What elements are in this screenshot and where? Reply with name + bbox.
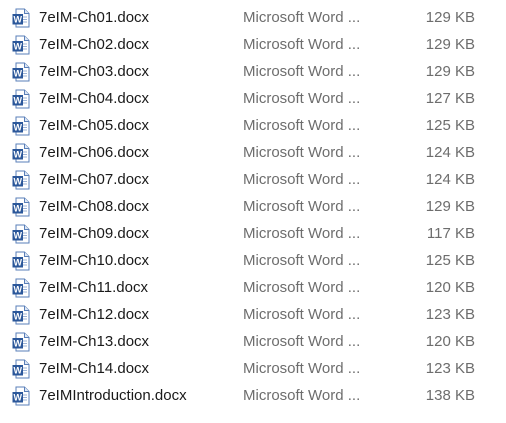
file-row[interactable]: W 7eIM-Ch14.docx Microsoft Word ... 123 … — [0, 355, 506, 382]
file-name: 7eIM-Ch10.docx — [39, 252, 150, 269]
file-name: 7eIM-Ch01.docx — [39, 9, 150, 26]
word-document-icon: W — [12, 116, 30, 136]
file-row[interactable]: W 7eIMIntroduction.docx Microsoft Word .… — [0, 382, 506, 409]
word-document-icon: W — [12, 89, 30, 109]
file-name: 7eIM-Ch06.docx — [39, 144, 150, 161]
svg-text:W: W — [14, 393, 23, 403]
file-row[interactable]: W 7eIM-Ch04.docx Microsoft Word ... 127 … — [0, 85, 506, 112]
file-type: Microsoft Word ... — [243, 198, 361, 215]
svg-text:W: W — [14, 204, 23, 214]
file-name: 7eIM-Ch12.docx — [39, 306, 150, 323]
file-row[interactable]: W 7eIM-Ch10.docx Microsoft Word ... 125 … — [0, 247, 506, 274]
file-name: 7eIM-Ch03.docx — [39, 63, 150, 80]
file-type: Microsoft Word ... — [243, 63, 361, 80]
file-name: 7eIM-Ch13.docx — [39, 333, 150, 350]
file-size: 125 KB — [425, 117, 475, 134]
file-type: Microsoft Word ... — [243, 36, 361, 53]
word-document-icon: W — [12, 143, 30, 163]
word-document-icon: W — [12, 224, 30, 244]
file-size: 125 KB — [425, 252, 475, 269]
file-name: 7eIM-Ch11.docx — [39, 279, 148, 296]
word-document-icon: W — [12, 305, 30, 325]
file-type: Microsoft Word ... — [243, 252, 361, 269]
file-row[interactable]: W 7eIM-Ch11.docx Microsoft Word ... 120 … — [0, 274, 506, 301]
file-name: 7eIMIntroduction.docx — [39, 387, 187, 404]
file-type: Microsoft Word ... — [243, 279, 361, 296]
svg-text:W: W — [14, 42, 23, 52]
file-row[interactable]: W 7eIM-Ch09.docx Microsoft Word ... 117 … — [0, 220, 506, 247]
file-size: 120 KB — [425, 279, 475, 296]
word-document-icon: W — [12, 251, 30, 271]
file-size: 127 KB — [425, 90, 475, 107]
file-type: Microsoft Word ... — [243, 171, 361, 188]
word-document-icon: W — [12, 197, 30, 217]
file-name: 7eIM-Ch09.docx — [39, 225, 150, 242]
file-type: Microsoft Word ... — [243, 9, 361, 26]
file-row[interactable]: W 7eIM-Ch02.docx Microsoft Word ... 129 … — [0, 31, 506, 58]
file-name: 7eIM-Ch14.docx — [39, 360, 150, 377]
file-list: W 7eIM-Ch01.docx Microsoft Word ... 129 … — [0, 4, 506, 409]
file-size: 120 KB — [425, 333, 475, 350]
word-document-icon: W — [12, 170, 30, 190]
svg-text:W: W — [14, 150, 23, 160]
svg-text:W: W — [14, 231, 23, 241]
file-name: 7eIM-Ch02.docx — [39, 36, 150, 53]
word-document-icon: W — [12, 332, 30, 352]
file-row[interactable]: W 7eIM-Ch08.docx Microsoft Word ... 129 … — [0, 193, 506, 220]
file-row[interactable]: W 7eIM-Ch05.docx Microsoft Word ... 125 … — [0, 112, 506, 139]
svg-text:W: W — [14, 69, 23, 79]
file-type: Microsoft Word ... — [243, 144, 361, 161]
svg-text:W: W — [14, 258, 23, 268]
file-name: 7eIM-Ch08.docx — [39, 198, 150, 215]
file-size: 129 KB — [425, 198, 475, 215]
file-size: 117 KB — [426, 225, 475, 242]
file-row[interactable]: W 7eIM-Ch01.docx Microsoft Word ... 129 … — [0, 4, 506, 31]
file-size: 129 KB — [425, 63, 475, 80]
file-size: 124 KB — [425, 144, 475, 161]
word-document-icon: W — [12, 278, 30, 298]
word-document-icon: W — [12, 359, 30, 379]
file-row[interactable]: W 7eIM-Ch13.docx Microsoft Word ... 120 … — [0, 328, 506, 355]
file-row[interactable]: W 7eIM-Ch12.docx Microsoft Word ... 123 … — [0, 301, 506, 328]
file-name: 7eIM-Ch05.docx — [39, 117, 150, 134]
svg-text:W: W — [14, 285, 23, 295]
svg-text:W: W — [14, 123, 23, 133]
file-type: Microsoft Word ... — [243, 90, 361, 107]
word-document-icon: W — [12, 35, 30, 55]
word-document-icon: W — [12, 386, 30, 406]
file-size: 123 KB — [425, 360, 475, 377]
file-size: 129 KB — [425, 36, 475, 53]
svg-text:W: W — [14, 339, 23, 349]
word-document-icon: W — [12, 8, 30, 28]
file-row[interactable]: W 7eIM-Ch07.docx Microsoft Word ... 124 … — [0, 166, 506, 193]
file-size: 138 KB — [425, 387, 475, 404]
file-size: 129 KB — [425, 9, 475, 26]
file-size: 124 KB — [425, 171, 475, 188]
svg-text:W: W — [14, 96, 23, 106]
file-type: Microsoft Word ... — [243, 360, 361, 377]
word-document-icon: W — [12, 62, 30, 82]
svg-text:W: W — [14, 177, 23, 187]
file-type: Microsoft Word ... — [243, 225, 361, 242]
file-type: Microsoft Word ... — [243, 387, 361, 404]
file-type: Microsoft Word ... — [243, 117, 361, 134]
file-name: 7eIM-Ch04.docx — [39, 90, 150, 107]
file-type: Microsoft Word ... — [243, 333, 361, 350]
svg-text:W: W — [14, 15, 23, 25]
file-type: Microsoft Word ... — [243, 306, 361, 323]
file-row[interactable]: W 7eIM-Ch06.docx Microsoft Word ... 124 … — [0, 139, 506, 166]
file-name: 7eIM-Ch07.docx — [39, 171, 150, 188]
svg-text:W: W — [14, 366, 23, 376]
svg-text:W: W — [14, 312, 23, 322]
file-row[interactable]: W 7eIM-Ch03.docx Microsoft Word ... 129 … — [0, 58, 506, 85]
file-size: 123 KB — [425, 306, 475, 323]
